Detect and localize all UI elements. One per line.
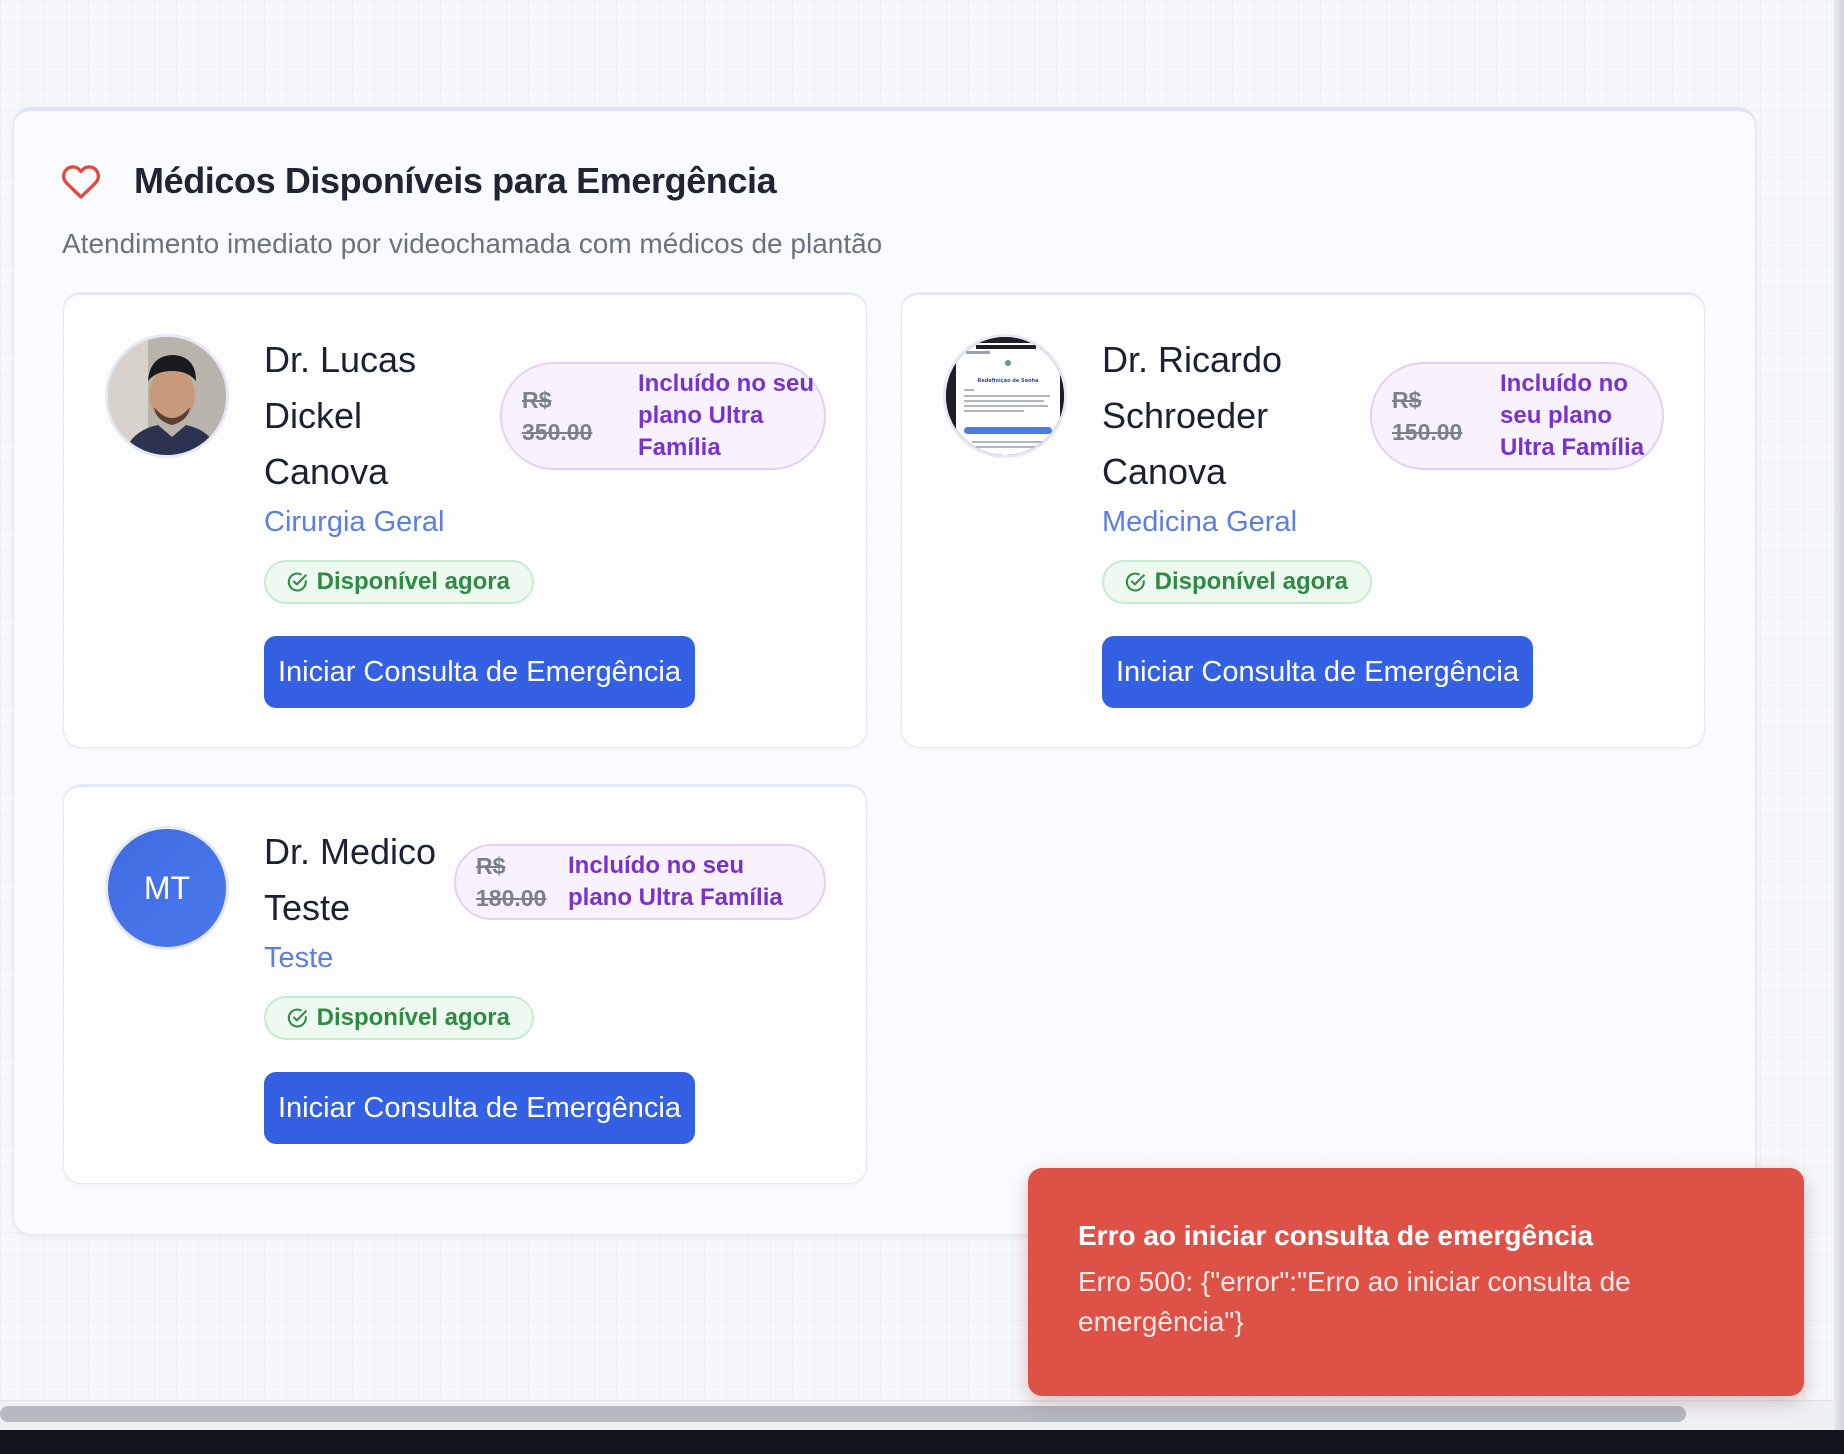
plan-price-badge: R$ 350.00 Incluído no seu plano Ultra Fa… — [500, 362, 826, 470]
doctor-specialty: Medicina Geral — [1102, 506, 1298, 538]
check-circle-icon — [287, 1008, 307, 1028]
error-toast[interactable]: Erro ao iniciar consulta de emergência E… — [1028, 1168, 1804, 1396]
doctor-specialty: Cirurgia Geral — [264, 506, 445, 538]
start-emergency-consultation-button[interactable]: Iniciar Consulta de Emergência — [264, 636, 695, 708]
window-bottom-edge — [0, 1430, 1844, 1454]
window-edge — [1834, 0, 1844, 1454]
check-circle-icon — [1125, 572, 1145, 592]
plan-price-badge: R$ 180.00 Incluído no seu plano Ultra Fa… — [454, 844, 826, 920]
status-badge: Disponível agora — [264, 996, 534, 1040]
svg-text:Redefinição de Senha: Redefinição de Senha — [978, 378, 1039, 384]
doctor-name: Dr. Lucas Dickel Canova — [264, 339, 417, 492]
status-badge: Disponível agora — [1102, 560, 1372, 604]
start-emergency-consultation-button[interactable]: Iniciar Consulta de Emergência — [1102, 636, 1533, 708]
original-price: R$ 180.00 — [476, 853, 547, 911]
status-badge: Disponível agora — [264, 560, 534, 604]
original-price: R$ 150.00 — [1392, 387, 1463, 445]
doctor-specialty: Teste — [264, 942, 334, 974]
check-circle-icon — [287, 572, 307, 592]
toast-message: Erro 500: {"error":"Erro ao iniciar cons… — [1078, 1266, 1631, 1337]
plan-included-label: Incluído no seu plano Ultra Família — [638, 370, 815, 461]
plan-price-badge: R$ 150.00 Incluído no seu plano Ultra Fa… — [1370, 362, 1664, 470]
plan-included-label: Incluído no seu plano Ultra Família — [568, 852, 783, 911]
page-title: Médicos Disponíveis para Emergência — [134, 160, 777, 201]
page-subtitle: Atendimento imediato por videochamada co… — [62, 228, 883, 259]
scrollbar-thumb[interactable] — [0, 1406, 1686, 1422]
doctor-name: Dr. Medico Teste — [264, 831, 437, 928]
start-emergency-consultation-button[interactable]: Iniciar Consulta de Emergência — [264, 1072, 695, 1144]
doctor-avatar: MT — [105, 826, 229, 950]
doctor-name: Dr. Ricardo Schroeder Canova — [1102, 339, 1283, 492]
doctor-avatar: Redefinição de Senha — [943, 334, 1067, 458]
toast-title: Erro ao iniciar consulta de emergência — [1078, 1220, 1594, 1251]
plan-included-label: Incluído no seu plano Ultra Família — [1500, 370, 1645, 461]
heart-icon — [61, 165, 101, 199]
doctor-avatar — [105, 334, 229, 458]
original-price: R$ 350.00 — [522, 387, 593, 445]
